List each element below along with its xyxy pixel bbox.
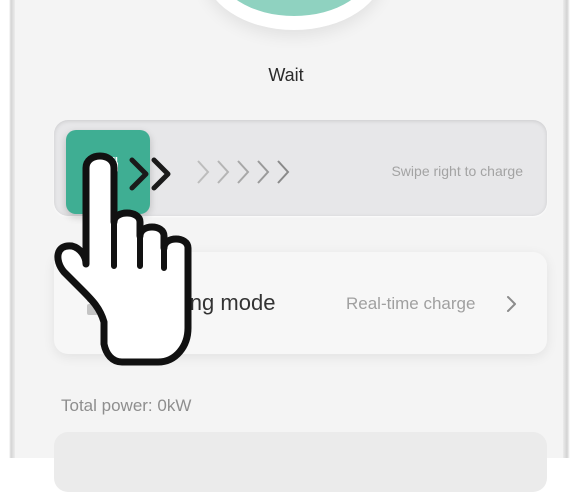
swipe-arrows-faint-icon (197, 160, 290, 184)
chevron-right-icon[interactable] (505, 294, 519, 314)
charging-mode-value[interactable]: Real-time charge (346, 294, 475, 314)
swipe-hint-text: Swipe right to charge (391, 163, 523, 179)
charging-status-label: Wait (268, 65, 304, 85)
bottom-card (54, 432, 547, 492)
charger-status-dial-fill (216, 0, 372, 16)
tap-hand-icon (54, 152, 192, 366)
total-power-text: Total power: 0kW (61, 396, 192, 415)
